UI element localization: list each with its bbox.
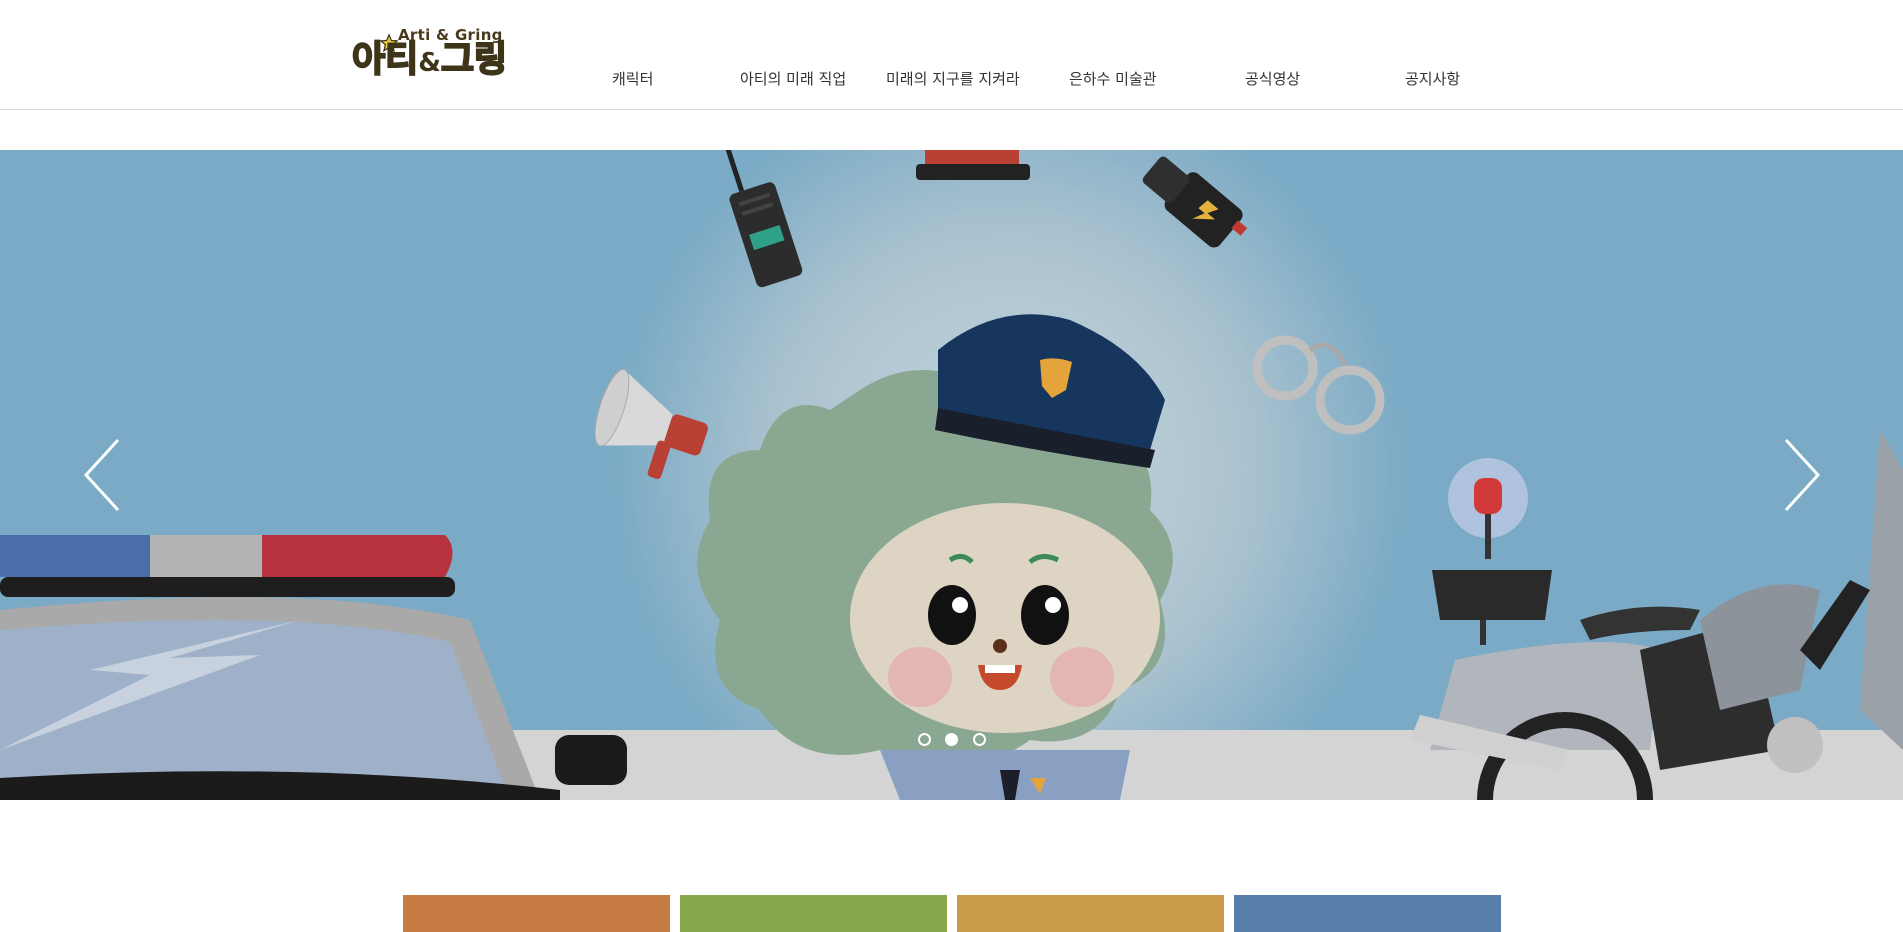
nav-item-galaxy-museum[interactable]: 은하수 미술관 — [1069, 68, 1157, 89]
chevron-right-icon — [1784, 438, 1821, 512]
page: Arti & Gring 아티&그링 캐릭터 아티의 미래 직업 미래의 지구를… — [0, 0, 1903, 932]
nav-item-protect-earth[interactable]: 미래의 지구를 지켜라 — [886, 68, 1020, 89]
feature-cards — [403, 895, 1503, 932]
nav-item-official-video[interactable]: 공식영상 — [1245, 68, 1300, 89]
feature-card-4[interactable] — [1234, 895, 1501, 932]
site-header: Arti & Gring 아티&그링 캐릭터 아티의 미래 직업 미래의 지구를… — [0, 0, 1903, 110]
logo-ampersand: & — [418, 48, 441, 78]
slider-dot-1[interactable] — [918, 733, 931, 746]
logo-arti-text: 아티 — [351, 39, 419, 80]
slider-next-button[interactable] — [1778, 435, 1828, 515]
nav-item-characters[interactable]: 캐릭터 — [612, 68, 653, 89]
nav-item-future-jobs[interactable]: 아티의 미래 직업 — [740, 68, 846, 89]
slider-dots — [918, 733, 986, 749]
feature-card-2[interactable] — [680, 895, 947, 932]
slider-prev-button[interactable] — [80, 435, 130, 515]
chevron-left-icon — [83, 438, 120, 512]
sub-bar — [0, 111, 1903, 150]
logo-gring-text: 그링 — [440, 39, 508, 80]
main-nav: 캐릭터 아티의 미래 직업 미래의 지구를 지켜라 은하수 미술관 공식영상 공… — [570, 68, 1490, 92]
slider-dot-3[interactable] — [973, 733, 986, 746]
siren-light-icon — [916, 150, 1030, 180]
hero-slider — [0, 150, 1903, 800]
feature-card-1[interactable] — [403, 895, 670, 932]
police-scene-illustration — [0, 150, 1903, 800]
logo[interactable]: Arti & Gring 아티&그링 — [351, 24, 534, 90]
nav-item-notice[interactable]: 공지사항 — [1405, 68, 1460, 89]
slider-dot-2[interactable] — [945, 733, 958, 746]
feature-card-3[interactable] — [957, 895, 1224, 932]
logo-wordmark: 아티&그링 — [351, 39, 508, 80]
